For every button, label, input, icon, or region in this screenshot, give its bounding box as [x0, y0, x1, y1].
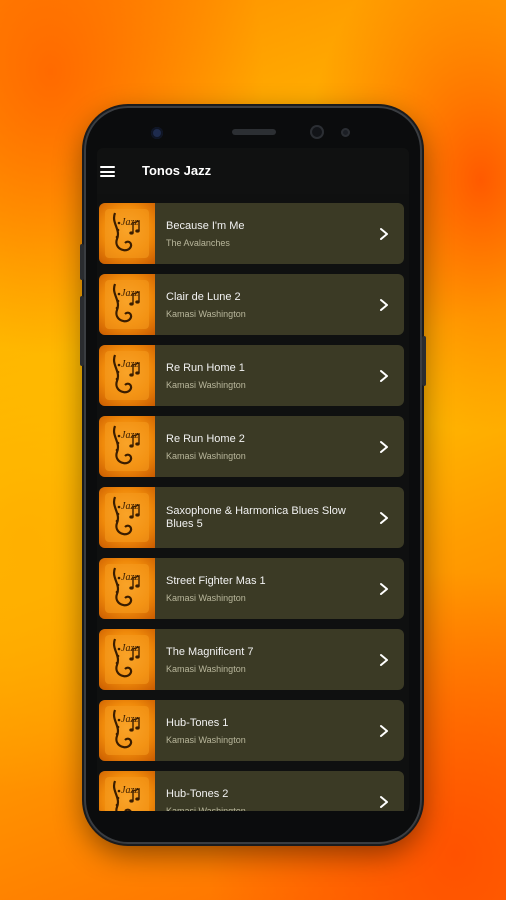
track-title: Hub-Tones 2	[166, 787, 229, 800]
track-artist: The Avalanches	[166, 237, 230, 248]
track-row[interactable]: Jazz Re Run Home 1 Kamasi Washington	[99, 345, 404, 406]
track-text: Because I'm Me The Avalanches	[166, 203, 370, 264]
phone-side-button	[80, 244, 84, 280]
track-title: The Magnificent 7	[166, 645, 254, 658]
chevron-right-icon[interactable]	[378, 653, 390, 667]
track-title: Hub-Tones 1	[166, 716, 229, 729]
track-thumbnail: Jazz	[99, 629, 155, 690]
app-bar: Tonos Jazz	[97, 148, 409, 194]
jazz-saxophone-icon: Jazz	[105, 564, 149, 613]
track-row[interactable]: Jazz Saxophone & Harmonica Blues Slow Bl…	[99, 487, 404, 548]
track-thumbnail: Jazz	[99, 700, 155, 761]
jazz-saxophone-icon: Jazz	[105, 635, 149, 684]
track-title: Clair de Lune 2	[166, 290, 241, 303]
proximity-sensor-icon	[341, 128, 350, 137]
track-text: Clair de Lune 2 Kamasi Washington	[166, 274, 370, 335]
track-text: Street Fighter Mas 1 Kamasi Washington	[166, 558, 370, 619]
iris-scanner-icon	[310, 125, 324, 139]
track-thumbnail: Jazz	[99, 274, 155, 335]
track-row[interactable]: Jazz Re Run Home 2 Kamasi Washington	[99, 416, 404, 477]
track-text: Re Run Home 2 Kamasi Washington	[166, 416, 370, 477]
jazz-saxophone-icon: Jazz	[105, 280, 149, 329]
track-thumbnail: Jazz	[99, 416, 155, 477]
track-row[interactable]: Jazz Hub-Tones 1 Kamasi Washington	[99, 700, 404, 761]
track-text: Re Run Home 1 Kamasi Washington	[166, 345, 370, 406]
track-artist: Kamasi Washington	[166, 592, 246, 603]
hamburger-menu-icon[interactable]	[100, 166, 115, 177]
track-row[interactable]: Jazz Hub-Tones 2 Kamasi Washington	[99, 771, 404, 811]
jazz-saxophone-icon: Jazz	[105, 351, 149, 400]
track-thumbnail: Jazz	[99, 558, 155, 619]
track-artist: Kamasi Washington	[166, 308, 246, 319]
track-artist: Kamasi Washington	[166, 805, 246, 812]
chevron-right-icon[interactable]	[378, 440, 390, 454]
track-row[interactable]: Jazz The Magnificent 7 Kamasi Washington	[99, 629, 404, 690]
phone-power-button	[422, 336, 426, 386]
earpiece-speaker	[232, 129, 276, 135]
jazz-saxophone-icon: Jazz	[105, 493, 149, 542]
track-title: Because I'm Me	[166, 219, 245, 232]
track-artist: Kamasi Washington	[166, 734, 246, 745]
track-row[interactable]: Jazz Clair de Lune 2 Kamasi Washington	[99, 274, 404, 335]
chevron-right-icon[interactable]	[378, 227, 390, 241]
chevron-right-icon[interactable]	[378, 298, 390, 312]
app-screen: Tonos Jazz Jazz Because I'm Me The Avala…	[97, 148, 409, 811]
jazz-saxophone-icon: Jazz	[105, 422, 149, 471]
app-title: Tonos Jazz	[142, 163, 212, 178]
track-row[interactable]: Jazz Because I'm Me The Avalanches	[99, 203, 404, 264]
track-artist: Kamasi Washington	[166, 379, 246, 390]
track-artist: Kamasi Washington	[166, 663, 246, 674]
phone-volume-button	[80, 296, 84, 366]
phone-frame: Tonos Jazz Jazz Because I'm Me The Avala…	[80, 106, 426, 844]
chevron-right-icon[interactable]	[378, 369, 390, 383]
track-list: Jazz Because I'm Me The Avalanches Jazz	[97, 203, 409, 811]
front-camera-icon	[151, 127, 163, 139]
chevron-right-icon[interactable]	[378, 795, 390, 809]
track-title: Re Run Home 2	[166, 432, 245, 445]
track-thumbnail: Jazz	[99, 771, 155, 811]
chevron-right-icon[interactable]	[378, 511, 390, 525]
chevron-right-icon[interactable]	[378, 582, 390, 596]
track-text: Hub-Tones 2 Kamasi Washington	[166, 771, 370, 812]
track-thumbnail: Jazz	[99, 487, 155, 548]
track-thumbnail: Jazz	[99, 345, 155, 406]
track-text: The Magnificent 7 Kamasi Washington	[166, 629, 370, 690]
track-row[interactable]: Jazz Street Fighter Mas 1 Kamasi Washing…	[99, 558, 404, 619]
track-title: Re Run Home 1	[166, 361, 245, 374]
track-title: Saxophone & Harmonica Blues Slow Blues 5	[166, 504, 346, 530]
track-artist: Kamasi Washington	[166, 450, 246, 461]
track-thumbnail: Jazz	[99, 203, 155, 264]
track-title: Street Fighter Mas 1	[166, 574, 266, 587]
chevron-right-icon[interactable]	[378, 724, 390, 738]
jazz-saxophone-icon: Jazz	[105, 706, 149, 755]
jazz-saxophone-icon: Jazz	[105, 209, 149, 258]
track-text: Saxophone & Harmonica Blues Slow Blues 5	[166, 487, 370, 548]
track-text: Hub-Tones 1 Kamasi Washington	[166, 700, 370, 761]
jazz-saxophone-icon: Jazz	[105, 777, 149, 811]
